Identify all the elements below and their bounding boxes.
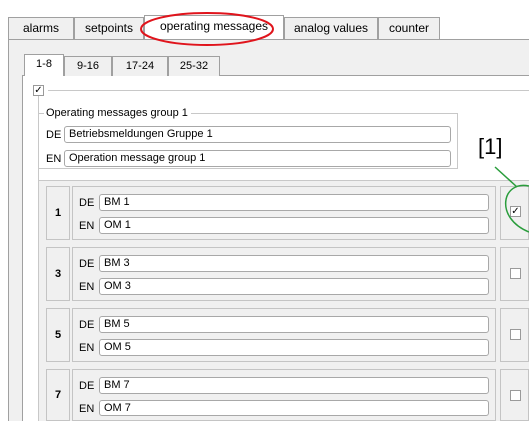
tab-highlight-ellipse xyxy=(140,12,274,46)
callout-line xyxy=(494,166,518,188)
callout-arc xyxy=(504,184,529,233)
annotation-overlay xyxy=(140,12,529,233)
callout-label: [1] xyxy=(478,134,503,159)
